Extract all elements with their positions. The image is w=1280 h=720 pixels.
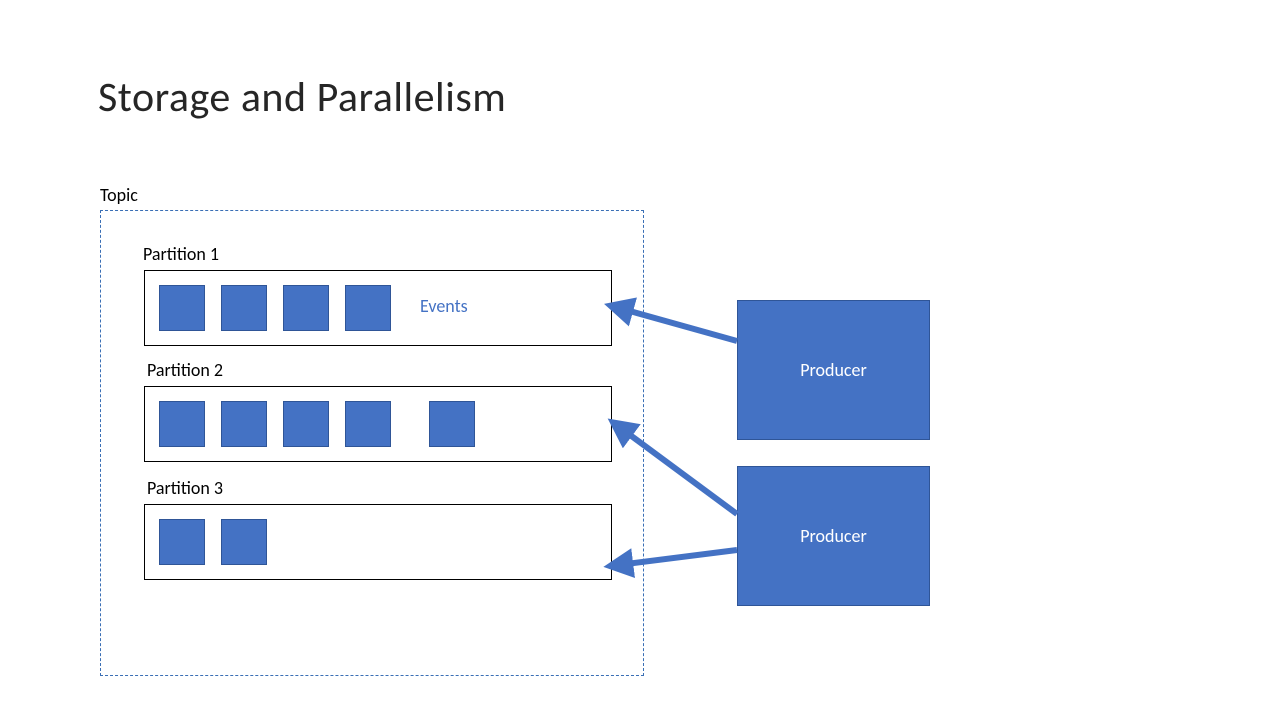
event-block <box>221 519 267 565</box>
partition-3-box <box>144 504 612 580</box>
partition-2-box <box>144 386 612 462</box>
event-block <box>159 519 205 565</box>
partition-3-label: Partition 3 <box>147 477 223 499</box>
producer-1-box: Producer <box>737 300 930 440</box>
topic-label: Topic <box>100 184 138 206</box>
event-block <box>221 401 267 447</box>
event-block <box>283 285 329 331</box>
partition-2-label: Partition 2 <box>147 359 223 381</box>
event-block <box>159 401 205 447</box>
producer-2-box: Producer <box>737 466 930 606</box>
event-block <box>221 285 267 331</box>
event-block <box>159 285 205 331</box>
page-title: Storage and Parallelism <box>98 72 506 123</box>
partition-1-label: Partition 1 <box>143 243 219 265</box>
event-block <box>429 401 475 447</box>
event-block <box>283 401 329 447</box>
event-block <box>345 285 391 331</box>
producer-2-label: Producer <box>800 525 867 547</box>
producer-1-label: Producer <box>800 359 867 381</box>
event-block <box>345 401 391 447</box>
partition-1-box: Events <box>144 270 612 346</box>
events-label: Events <box>420 295 468 317</box>
